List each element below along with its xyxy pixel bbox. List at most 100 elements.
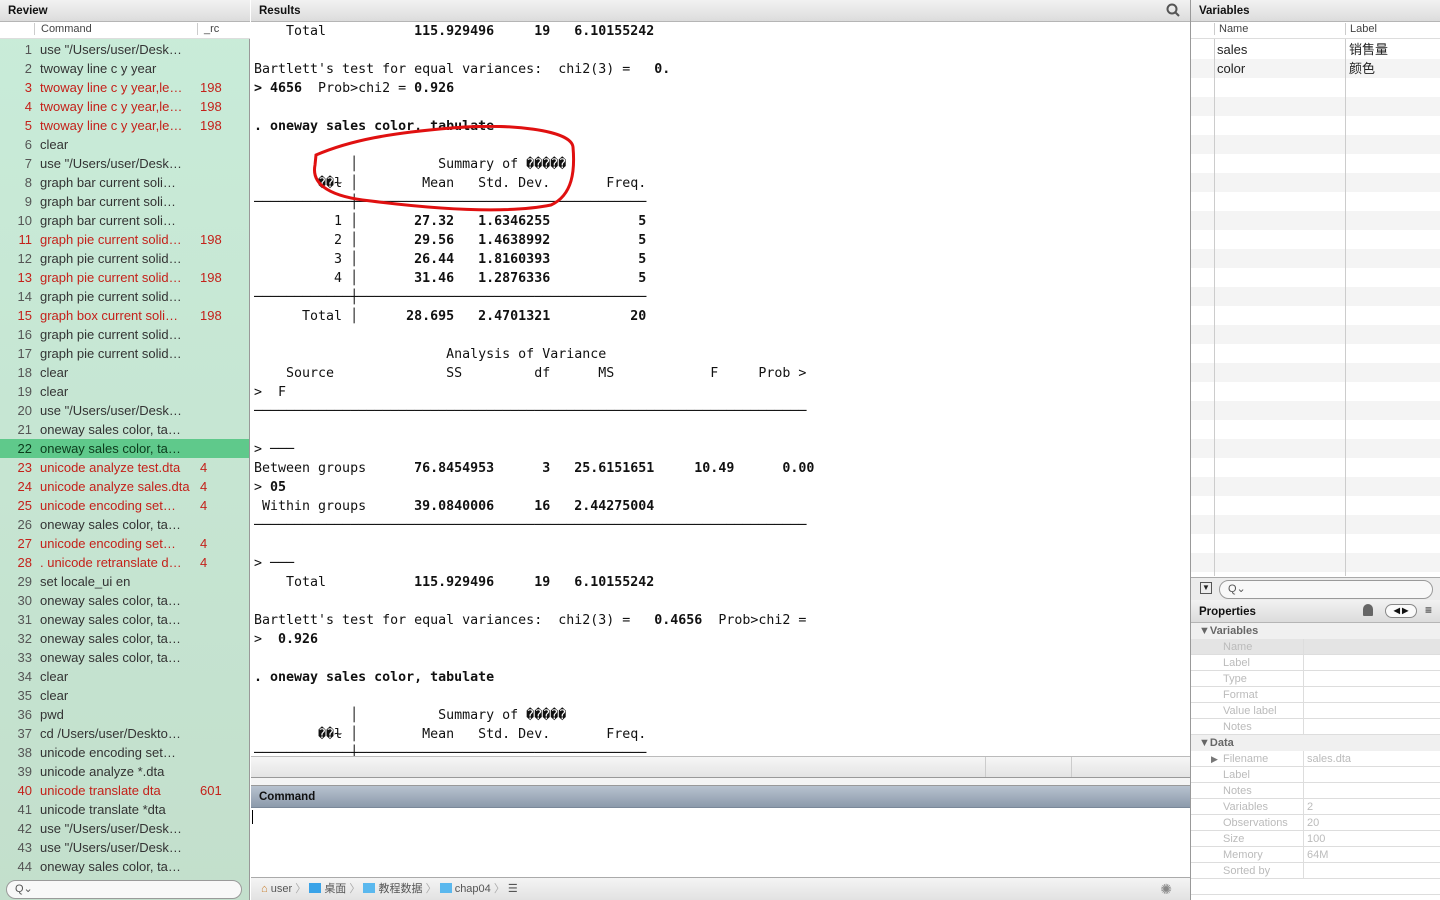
- review-search-input[interactable]: Q⌄: [6, 880, 242, 899]
- review-row[interactable]: 30 oneway sales color, ta…: [0, 591, 249, 610]
- column-divider: [1303, 751, 1304, 766]
- review-row[interactable]: 14 graph pie current solid…: [0, 287, 249, 306]
- review-row[interactable]: 16 graph pie current solid…: [0, 325, 249, 344]
- column-rc[interactable]: _rc: [197, 23, 219, 35]
- column-command[interactable]: Command: [34, 23, 92, 35]
- review-row[interactable]: 17 graph pie current solid…: [0, 344, 249, 363]
- review-row[interactable]: 8 graph bar current soli…: [0, 173, 249, 192]
- review-row[interactable]: 37 cd /Users/user/Deskto…: [0, 724, 249, 743]
- variable-row: [1191, 420, 1440, 439]
- row-number: 14: [17, 289, 32, 304]
- review-row[interactable]: 32 oneway sales color, ta…: [0, 629, 249, 648]
- review-row[interactable]: 13 graph pie current solid… 198: [0, 268, 249, 287]
- review-row[interactable]: 42 use "/Users/user/Desk…: [0, 819, 249, 838]
- property-row[interactable]: Size 100: [1191, 831, 1440, 847]
- output-text: Prob>chi2 =: [702, 613, 807, 628]
- property-row[interactable]: Memory 64M: [1191, 847, 1440, 863]
- property-row[interactable]: Label: [1191, 655, 1440, 671]
- row-number: 31: [17, 612, 32, 627]
- expand-arrow-icon[interactable]: ▶: [1211, 751, 1218, 767]
- lock-icon[interactable]: [1363, 604, 1373, 616]
- splitter-handle[interactable]: [251, 778, 1190, 786]
- variable-row: [1191, 135, 1440, 154]
- breadcrumb-user[interactable]: user: [271, 883, 292, 895]
- property-row[interactable]: ▶ Filename sales.dta: [1191, 751, 1440, 767]
- property-row[interactable]: Label: [1191, 767, 1440, 783]
- row-command: twoway line c y year,le…: [40, 118, 183, 133]
- property-name: Sorted by: [1223, 865, 1271, 877]
- review-row[interactable]: 9 graph bar current soli…: [0, 192, 249, 211]
- property-name: Memory: [1223, 849, 1263, 861]
- review-row[interactable]: 26 oneway sales color, ta…: [0, 515, 249, 534]
- output-text: > ───: [254, 556, 295, 571]
- review-row[interactable]: 18 clear: [0, 363, 249, 382]
- property-row[interactable]: Format: [1191, 687, 1440, 703]
- home-icon: ⌂: [261, 883, 268, 895]
- list-icon[interactable]: ☰: [508, 883, 518, 895]
- variable-row[interactable]: sales 销售量: [1191, 40, 1440, 59]
- column-name[interactable]: Name: [1214, 23, 1248, 35]
- property-row[interactable]: Type: [1191, 671, 1440, 687]
- review-row[interactable]: 3 twoway line c y year,le… 198: [0, 78, 249, 97]
- review-row[interactable]: 38 unicode encoding set…: [0, 743, 249, 762]
- properties-section-header[interactable]: ▼Data: [1191, 735, 1440, 751]
- review-row[interactable]: 40 unicode translate dta 601: [0, 781, 249, 800]
- filter-dropdown-icon[interactable]: ▼: [1200, 582, 1212, 594]
- property-row[interactable]: Notes: [1191, 719, 1440, 735]
- review-row[interactable]: 28 . unicode retranslate d… 4: [0, 553, 249, 572]
- review-row[interactable]: 7 use "/Users/user/Desk…: [0, 154, 249, 173]
- variable-row: [1191, 534, 1440, 553]
- properties-section-header[interactable]: ▼Variables: [1191, 623, 1440, 639]
- property-row[interactable]: Variables 2: [1191, 799, 1440, 815]
- variables-search-input[interactable]: Q⌄: [1219, 580, 1433, 599]
- review-row[interactable]: 5 twoway line c y year,le… 198: [0, 116, 249, 135]
- output-text: . oneway sales color, tabulate: [254, 670, 495, 685]
- review-row[interactable]: 12 graph pie current solid…: [0, 249, 249, 268]
- search-icon[interactable]: [1166, 3, 1180, 20]
- nav-arrows-button[interactable]: ◀ ▶: [1385, 604, 1417, 618]
- review-row[interactable]: 29 set locale_ui en: [0, 572, 249, 591]
- property-row[interactable]: Sorted by: [1191, 863, 1440, 879]
- property-value: sales.dta: [1307, 753, 1352, 765]
- review-row[interactable]: 33 oneway sales color, ta…: [0, 648, 249, 667]
- breadcrumb-chap04[interactable]: chap04: [455, 883, 491, 895]
- property-row[interactable]: Name: [1191, 639, 1440, 655]
- review-row[interactable]: 4 twoway line c y year,le… 198: [0, 97, 249, 116]
- review-row[interactable]: 11 graph pie current solid… 198: [0, 230, 249, 249]
- review-row[interactable]: 10 graph bar current soli…: [0, 211, 249, 230]
- review-row[interactable]: 19 clear: [0, 382, 249, 401]
- review-row[interactable]: 41 unicode translate *dta: [0, 800, 249, 819]
- row-return-code: 4: [200, 555, 208, 570]
- review-row[interactable]: 2 twoway line c y year: [0, 59, 249, 78]
- review-row[interactable]: 34 clear: [0, 667, 249, 686]
- review-row[interactable]: 1 use "/Users/user/Desk…: [0, 40, 249, 59]
- results-scrollbar[interactable]: [251, 756, 1190, 778]
- breadcrumb-tutorial-data[interactable]: 教程数据: [379, 883, 423, 895]
- column-label[interactable]: Label: [1345, 23, 1377, 35]
- breadcrumb-desktop[interactable]: 桌面: [324, 883, 346, 895]
- row-number: 40: [17, 783, 32, 798]
- review-row[interactable]: 23 unicode analyze test.dta 4: [0, 458, 249, 477]
- review-row[interactable]: 43 use "/Users/user/Desk…: [0, 838, 249, 857]
- review-row[interactable]: 25 unicode encoding set… 4: [0, 496, 249, 515]
- review-row[interactable]: 35 clear: [0, 686, 249, 705]
- review-row[interactable]: 6 clear: [0, 135, 249, 154]
- row-number: 8: [24, 175, 32, 190]
- variable-row[interactable]: color 颜色: [1191, 59, 1440, 78]
- property-row[interactable]: Value label: [1191, 703, 1440, 719]
- review-row[interactable]: 39 unicode analyze *.dta: [0, 762, 249, 781]
- menu-icon[interactable]: ≡: [1425, 603, 1432, 617]
- property-row[interactable]: Observations 20: [1191, 815, 1440, 831]
- review-row[interactable]: 22 oneway sales color, ta…: [0, 439, 249, 458]
- review-row[interactable]: 44 oneway sales color, ta…: [0, 857, 249, 876]
- review-row[interactable]: 27 unicode encoding set… 4: [0, 534, 249, 553]
- review-row[interactable]: 21 oneway sales color, ta…: [0, 420, 249, 439]
- review-row[interactable]: 24 unicode analyze sales.dta 4: [0, 477, 249, 496]
- review-row[interactable]: 20 use "/Users/user/Desk…: [0, 401, 249, 420]
- review-row[interactable]: 15 graph box current soli… 198: [0, 306, 249, 325]
- variables-column-header: Name Label: [1191, 22, 1440, 39]
- command-input[interactable]: [251, 808, 1190, 877]
- property-row[interactable]: Notes: [1191, 783, 1440, 799]
- review-row[interactable]: 31 oneway sales color, ta…: [0, 610, 249, 629]
- review-row[interactable]: 36 pwd: [0, 705, 249, 724]
